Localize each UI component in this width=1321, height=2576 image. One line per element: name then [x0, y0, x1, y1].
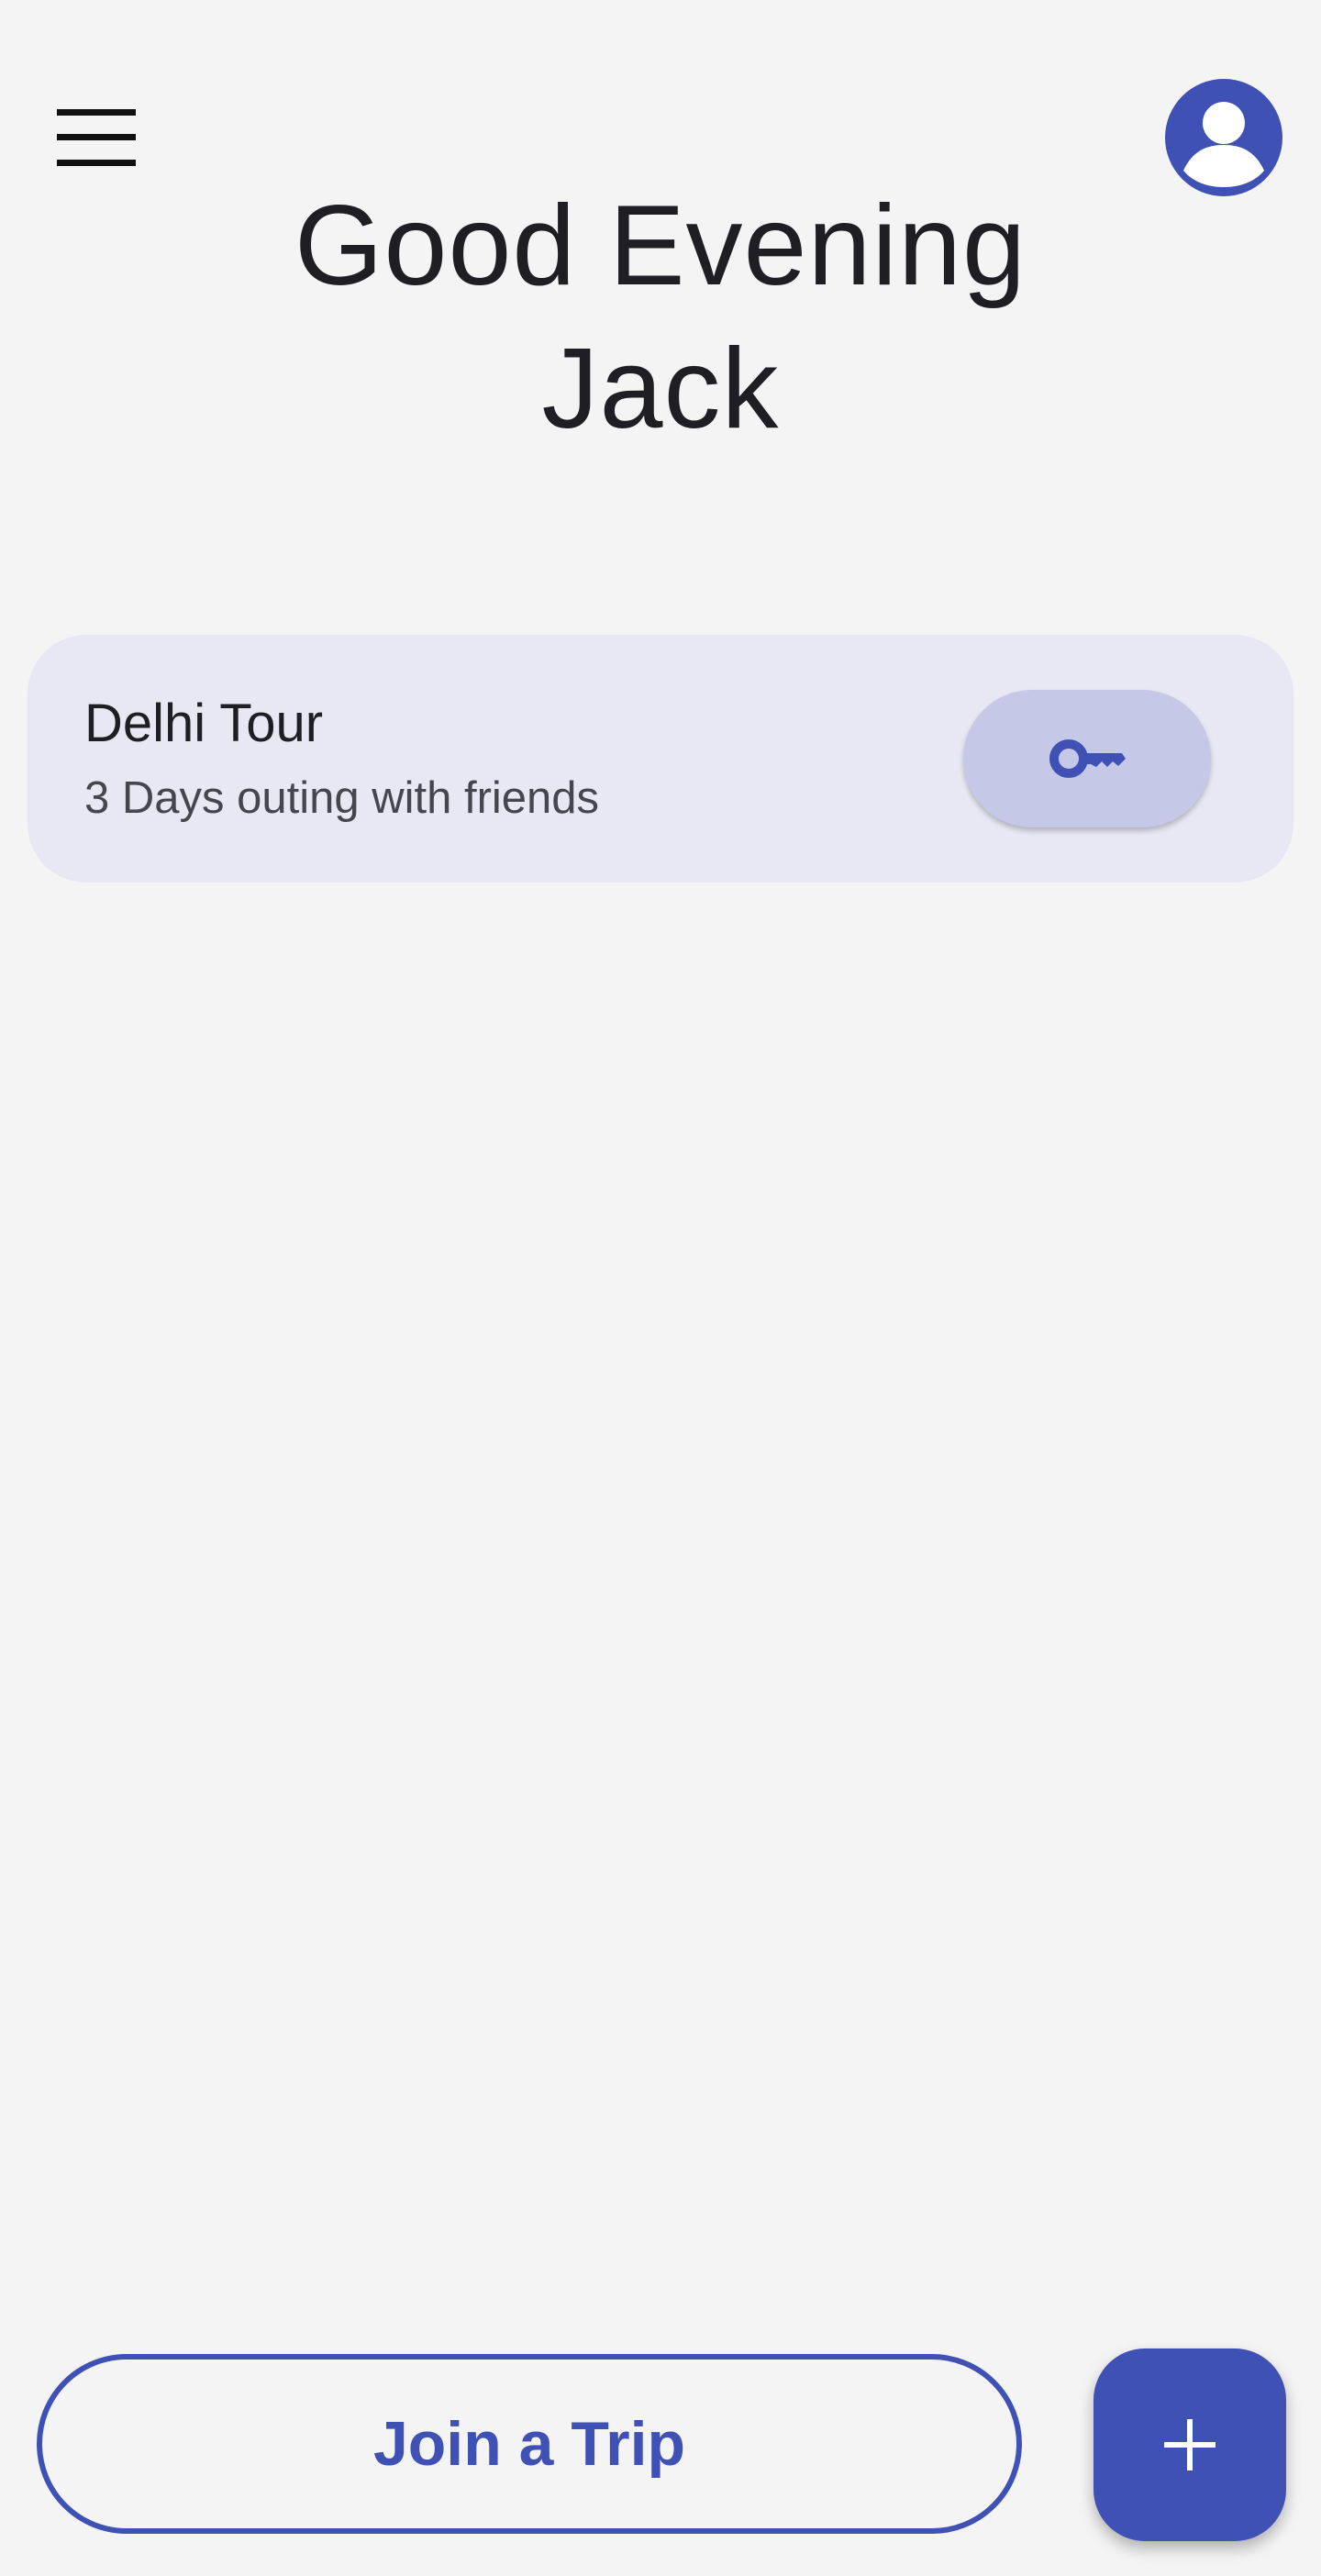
trip-card[interactable]: Delhi Tour 3 Days outing with friends	[28, 635, 1293, 883]
greeting-title: Good Evening Jack	[0, 174, 1321, 461]
join-trip-label: Join a Trip	[372, 2409, 686, 2479]
join-trip-button[interactable]: Join a Trip	[37, 2354, 1022, 2534]
plus-icon	[1164, 2419, 1216, 2471]
greeting-line-1: Good Evening	[294, 183, 1027, 309]
menu-icon	[57, 109, 136, 166]
greeting-line-2: Jack	[541, 326, 780, 452]
trip-subtitle: 3 Days outing with friends	[84, 773, 600, 823]
add-trip-button[interactable]	[1093, 2348, 1286, 2541]
menu-button[interactable]	[37, 92, 156, 183]
key-icon	[1049, 739, 1126, 778]
trip-key-button[interactable]	[963, 690, 1211, 827]
trip-title: Delhi Tour	[84, 694, 324, 753]
